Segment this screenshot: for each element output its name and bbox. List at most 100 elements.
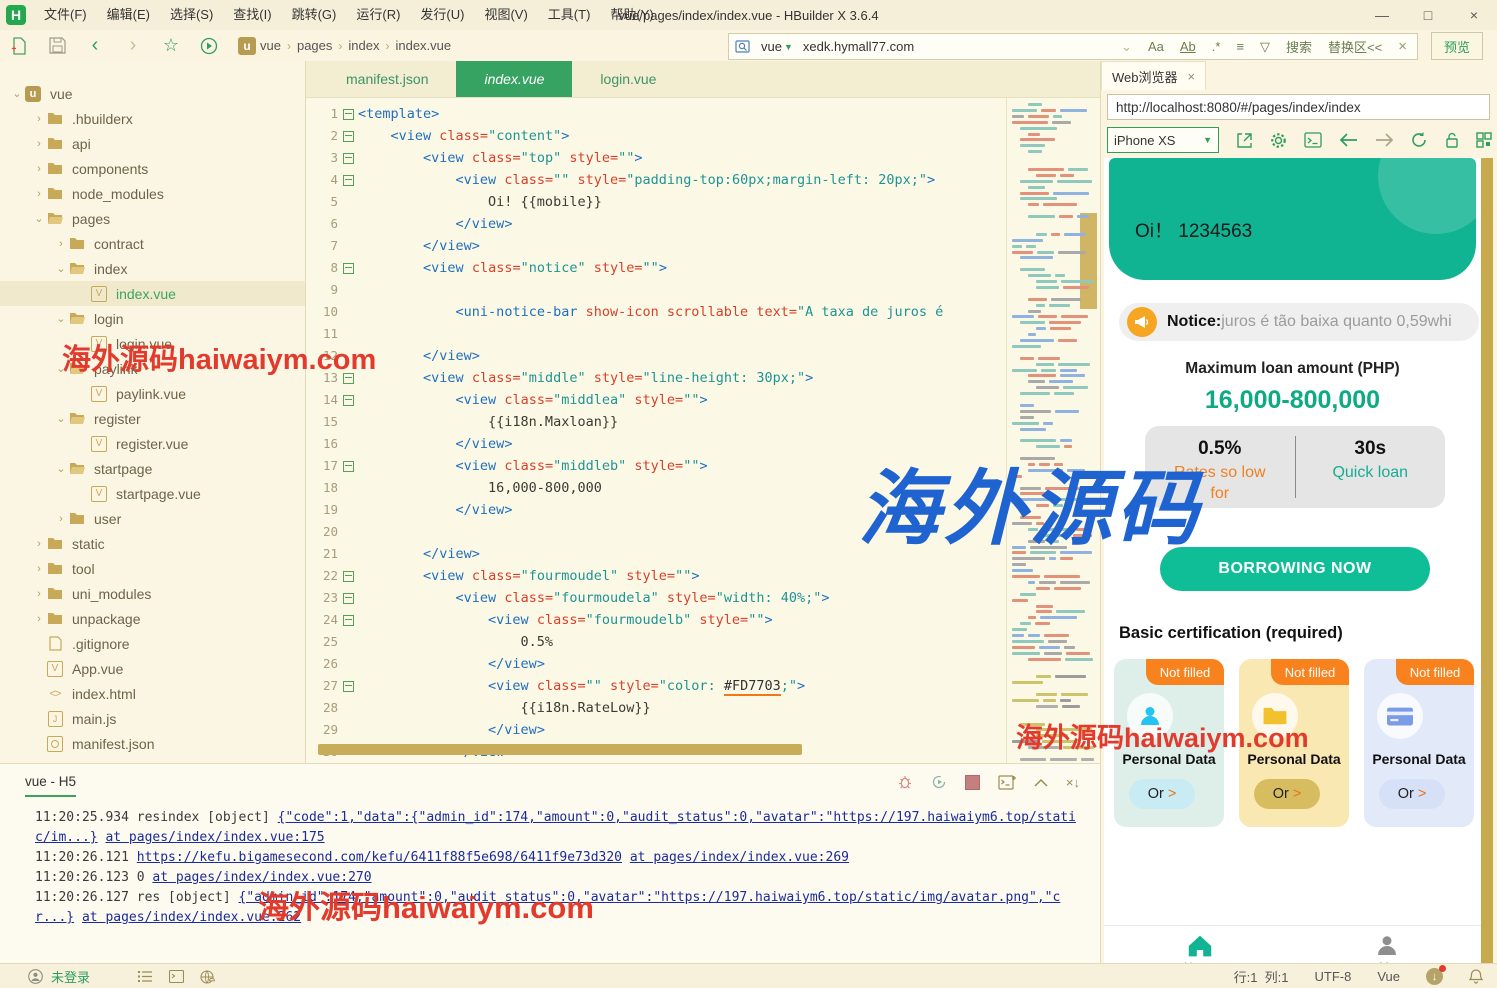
browser-tab-close-icon[interactable]: × xyxy=(1188,69,1196,84)
menu-item[interactable]: 工具(T) xyxy=(538,0,601,30)
login-status[interactable]: 未登录 xyxy=(51,967,90,986)
tree-item-tool[interactable]: ›tool xyxy=(0,556,305,581)
close-button[interactable]: × xyxy=(1451,0,1497,30)
chevron-right-icon[interactable]: › xyxy=(32,613,46,625)
menu-item[interactable]: 文件(F) xyxy=(34,0,97,30)
search-scope-caret-icon[interactable]: ▼ xyxy=(784,42,793,52)
tree-item-login[interactable]: ⌄login xyxy=(0,306,305,331)
outline-list-icon[interactable] xyxy=(138,970,153,983)
refresh-icon[interactable] xyxy=(1411,132,1428,148)
fold-marker-icon[interactable] xyxy=(338,565,358,587)
minimap-viewport[interactable] xyxy=(1080,213,1097,309)
restart-icon[interactable] xyxy=(931,774,947,790)
tree-item--gitignore[interactable]: .gitignore xyxy=(0,631,305,656)
chevron-down-icon[interactable]: ⌄ xyxy=(54,262,68,275)
tree-item-register[interactable]: ⌄register xyxy=(0,406,305,431)
terminal-status-icon[interactable] xyxy=(169,970,184,983)
borrowing-now-button[interactable]: BORROWING NOW xyxy=(1160,547,1430,591)
tree-item-unpackage[interactable]: ›unpackage xyxy=(0,606,305,631)
console-link[interactable]: https://kefu.bigamesecond.com/kefu/6411f… xyxy=(137,850,622,865)
close-search-icon[interactable]: × xyxy=(1398,38,1407,55)
back-icon[interactable]: ‹ xyxy=(82,35,108,57)
chevron-right-icon[interactable]: › xyxy=(32,538,46,550)
browser-tab[interactable]: Web浏览器 × xyxy=(1101,61,1206,90)
url-input[interactable] xyxy=(1107,94,1490,120)
console-link[interactable]: at pages/index/index.vue:262 xyxy=(82,910,301,925)
tree-item-index-html[interactable]: <>index.html xyxy=(0,681,305,706)
filter-icon[interactable]: ▽ xyxy=(1260,39,1270,55)
tab-my[interactable]: My xyxy=(1357,934,1417,963)
search-input[interactable]: xedk.hymall77.com xyxy=(803,39,1113,54)
multiline-icon[interactable]: ≡ xyxy=(1236,39,1244,54)
tree-item-index-vue[interactable]: Vindex.vue xyxy=(0,281,305,306)
fold-marker-icon[interactable] xyxy=(338,169,358,191)
update-notification-icon[interactable]: ↓ xyxy=(1426,968,1443,985)
chevron-right-icon[interactable]: › xyxy=(32,138,46,150)
whole-word-icon[interactable]: Ab xyxy=(1180,39,1196,54)
nav-back-icon[interactable] xyxy=(1339,133,1358,147)
replace-toggle-button[interactable]: 替换区<< xyxy=(1328,37,1382,56)
certification-card[interactable]: Not filledPersonal DataOr> xyxy=(1114,659,1224,827)
fold-marker-icon[interactable] xyxy=(338,257,358,279)
menu-item[interactable]: 跳转(G) xyxy=(282,0,347,30)
browser-scrollbar[interactable] xyxy=(1481,158,1493,963)
horizontal-scrollbar[interactable] xyxy=(318,744,802,755)
console-link[interactable]: at pages/index/index.vue:175 xyxy=(105,830,324,845)
debug-bug-icon[interactable] xyxy=(897,774,913,790)
nav-forward-icon[interactable] xyxy=(1375,133,1394,147)
menu-item[interactable]: 视图(V) xyxy=(474,0,537,30)
fold-marker-icon[interactable] xyxy=(338,367,358,389)
menu-item[interactable]: 运行(R) xyxy=(346,0,410,30)
clear-close-icon[interactable]: ×↓ xyxy=(1066,775,1080,790)
tree-item-login-vue[interactable]: Vlogin.vue xyxy=(0,331,305,356)
chevron-down-icon[interactable]: ⌄ xyxy=(32,212,46,225)
tree-item--hbuilderx[interactable]: ›.hbuilderx xyxy=(0,106,305,131)
tree-item-App-vue[interactable]: VApp.vue xyxy=(0,656,305,681)
tree-item-vue[interactable]: ⌄uvue xyxy=(0,81,305,106)
network-status-icon[interactable] xyxy=(200,970,216,984)
device-select[interactable]: iPhone XS ▼ xyxy=(1107,127,1219,153)
tab-login-vue[interactable]: login.vue xyxy=(572,61,684,97)
fold-marker-icon[interactable] xyxy=(338,455,358,477)
breadcrumb-item[interactable]: vue xyxy=(260,38,281,53)
language-mode[interactable]: Vue xyxy=(1377,969,1400,984)
code-area[interactable]: 1<template>2 <view class="content">3 <vi… xyxy=(306,97,1006,763)
tree-item-manifest-json[interactable]: manifest.json xyxy=(0,731,305,756)
fold-marker-icon[interactable] xyxy=(338,125,358,147)
tree-item-startpage[interactable]: ⌄startpage xyxy=(0,456,305,481)
chevron-right-icon[interactable]: › xyxy=(54,513,68,525)
chevron-right-icon[interactable]: › xyxy=(32,188,46,200)
menu-item[interactable]: 编辑(E) xyxy=(97,0,160,30)
user-avatar-icon[interactable] xyxy=(28,969,43,984)
console-icon[interactable] xyxy=(1304,132,1322,148)
search-scope-icon[interactable] xyxy=(735,39,751,54)
chevron-right-icon[interactable]: › xyxy=(32,113,46,125)
qrcode-icon[interactable] xyxy=(1476,132,1492,148)
tree-item-index[interactable]: ⌄index xyxy=(0,256,305,281)
collapse-panel-icon[interactable] xyxy=(1034,778,1048,787)
console-link[interactable]: at pages/index/index.vue:269 xyxy=(630,850,849,865)
tree-item-uni_modules[interactable]: ›uni_modules xyxy=(0,581,305,606)
chevron-right-icon[interactable]: › xyxy=(32,563,46,575)
tab-index-vue[interactable]: index.vue xyxy=(456,61,572,97)
search-scope-label[interactable]: vue xyxy=(761,39,782,54)
preview-button[interactable]: 预览 xyxy=(1431,32,1483,60)
breadcrumb-item[interactable]: index.vue xyxy=(395,38,451,53)
chevron-down-icon[interactable]: ⌄ xyxy=(54,312,68,325)
new-terminal-icon[interactable] xyxy=(998,775,1016,790)
menu-item[interactable]: 查找(I) xyxy=(223,0,281,30)
chevron-down-icon[interactable]: ⌄ xyxy=(54,412,68,425)
tree-item-startpage-vue[interactable]: Vstartpage.vue xyxy=(0,481,305,506)
bell-icon[interactable] xyxy=(1469,969,1483,984)
menu-item[interactable]: 选择(S) xyxy=(160,0,223,30)
tree-item-paylink[interactable]: ⌄paylink xyxy=(0,356,305,381)
certification-card[interactable]: Not filledPersonal DataOr> xyxy=(1364,659,1474,827)
encoding-label[interactable]: UTF-8 xyxy=(1315,969,1352,984)
tab-home[interactable]: Home xyxy=(1170,934,1230,963)
fold-marker-icon[interactable] xyxy=(338,103,358,125)
match-case-icon[interactable]: Aa xyxy=(1148,39,1164,54)
search-button[interactable]: 搜索 xyxy=(1286,37,1312,56)
tree-item-node_modules[interactable]: ›node_modules xyxy=(0,181,305,206)
stop-icon[interactable] xyxy=(965,775,980,790)
chevron-down-icon[interactable]: ⌄ xyxy=(10,87,24,100)
